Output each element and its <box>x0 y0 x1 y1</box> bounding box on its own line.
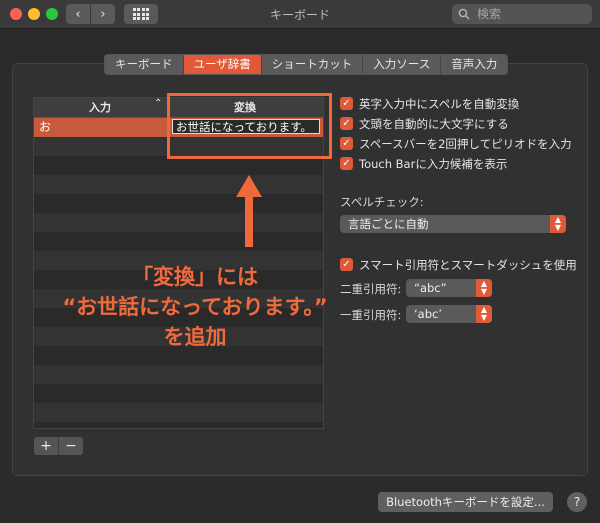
annotation-line-2: “お世話になっております。” <box>62 295 328 319</box>
add-remove-control: + − <box>34 437 83 455</box>
double-quote-value: “abc” <box>414 281 447 295</box>
double-quote-select[interactable]: “abc” ▲ ▼ <box>406 279 492 297</box>
single-quote-value: ‘abc’ <box>414 307 442 321</box>
search-box[interactable] <box>452 4 592 24</box>
option-double-space-period[interactable]: ✓ スペースバーを2回押してピリオドを入力 <box>340 135 572 152</box>
tab-shortcuts[interactable]: ショートカット <box>262 55 364 74</box>
tab-keyboard[interactable]: キーボード <box>105 55 184 74</box>
double-quote-label: 二重引用符: <box>340 282 402 296</box>
single-quote-select[interactable]: ‘abc’ ▲ ▼ <box>406 305 492 323</box>
annotation-caption: 「変換」には “お世話になっております。” を追加 <box>30 262 360 352</box>
option-label: 文頭を自動的に大文字にする <box>359 116 509 131</box>
option-auto-capitalize[interactable]: ✓ 文頭を自動的に大文字にする <box>340 115 509 132</box>
column-header-input[interactable]: 入力 <box>34 98 166 117</box>
tab-dictation[interactable]: 音声入力 <box>441 55 507 74</box>
checkbox-checked-icon[interactable]: ✓ <box>340 258 353 271</box>
spell-check-select[interactable]: 言語ごとに自動 ▲ ▼ <box>340 215 566 233</box>
input-cell[interactable]: お <box>39 118 51 137</box>
annotation-line-1: 「変換」には <box>132 265 258 289</box>
title-bar: ‹ › キーボード <box>0 0 600 29</box>
sort-ascending-icon: ⌃ <box>154 98 163 109</box>
remove-entry-button[interactable]: − <box>58 437 83 455</box>
search-input[interactable] <box>475 6 579 22</box>
single-quote-label: 一重引用符: <box>340 308 402 322</box>
annotation-line-3: を追加 <box>163 325 227 349</box>
checkbox-checked-icon[interactable]: ✓ <box>340 157 353 170</box>
spell-check-value: 言語ごとに自動 <box>348 217 429 231</box>
tab-input-sources[interactable]: 入力ソース <box>363 55 442 74</box>
updown-chevron-icon: ▲ ▼ <box>550 215 566 233</box>
setup-bluetooth-keyboard-button[interactable]: Bluetoothキーボードを設定... <box>378 492 553 512</box>
add-entry-button[interactable]: + <box>34 437 58 455</box>
option-touch-bar-suggestions[interactable]: ✓ Touch Barに入力候補を表示 <box>340 155 507 172</box>
tab-user-dictionary[interactable]: ユーザ辞書 <box>183 55 262 74</box>
option-label: スペースバーを2回押してピリオドを入力 <box>359 136 572 151</box>
arrow-up-icon <box>236 175 262 247</box>
updown-chevron-icon: ▲ ▼ <box>476 279 492 297</box>
search-icon <box>458 8 470 20</box>
checkbox-checked-icon[interactable]: ✓ <box>340 117 353 130</box>
highlight-box <box>167 93 332 159</box>
spell-check-label: スペルチェック: <box>340 195 424 209</box>
checkbox-checked-icon[interactable]: ✓ <box>340 97 353 110</box>
option-smart-quotes[interactable]: ✓ スマート引用符とスマートダッシュを使用 <box>340 256 577 273</box>
option-label: 英字入力中にスペルを自動変換 <box>359 96 520 111</box>
tab-bar: キーボード ユーザ辞書 ショートカット 入力ソース 音声入力 <box>104 54 509 75</box>
option-auto-correct-spelling[interactable]: ✓ 英字入力中にスペルを自動変換 <box>340 95 519 112</box>
option-label: スマート引用符とスマートダッシュを使用 <box>359 257 577 272</box>
help-button[interactable]: ? <box>567 492 587 512</box>
option-label: Touch Barに入力候補を表示 <box>359 156 508 171</box>
checkbox-checked-icon[interactable]: ✓ <box>340 137 353 150</box>
updown-chevron-icon: ▲ ▼ <box>476 305 492 323</box>
